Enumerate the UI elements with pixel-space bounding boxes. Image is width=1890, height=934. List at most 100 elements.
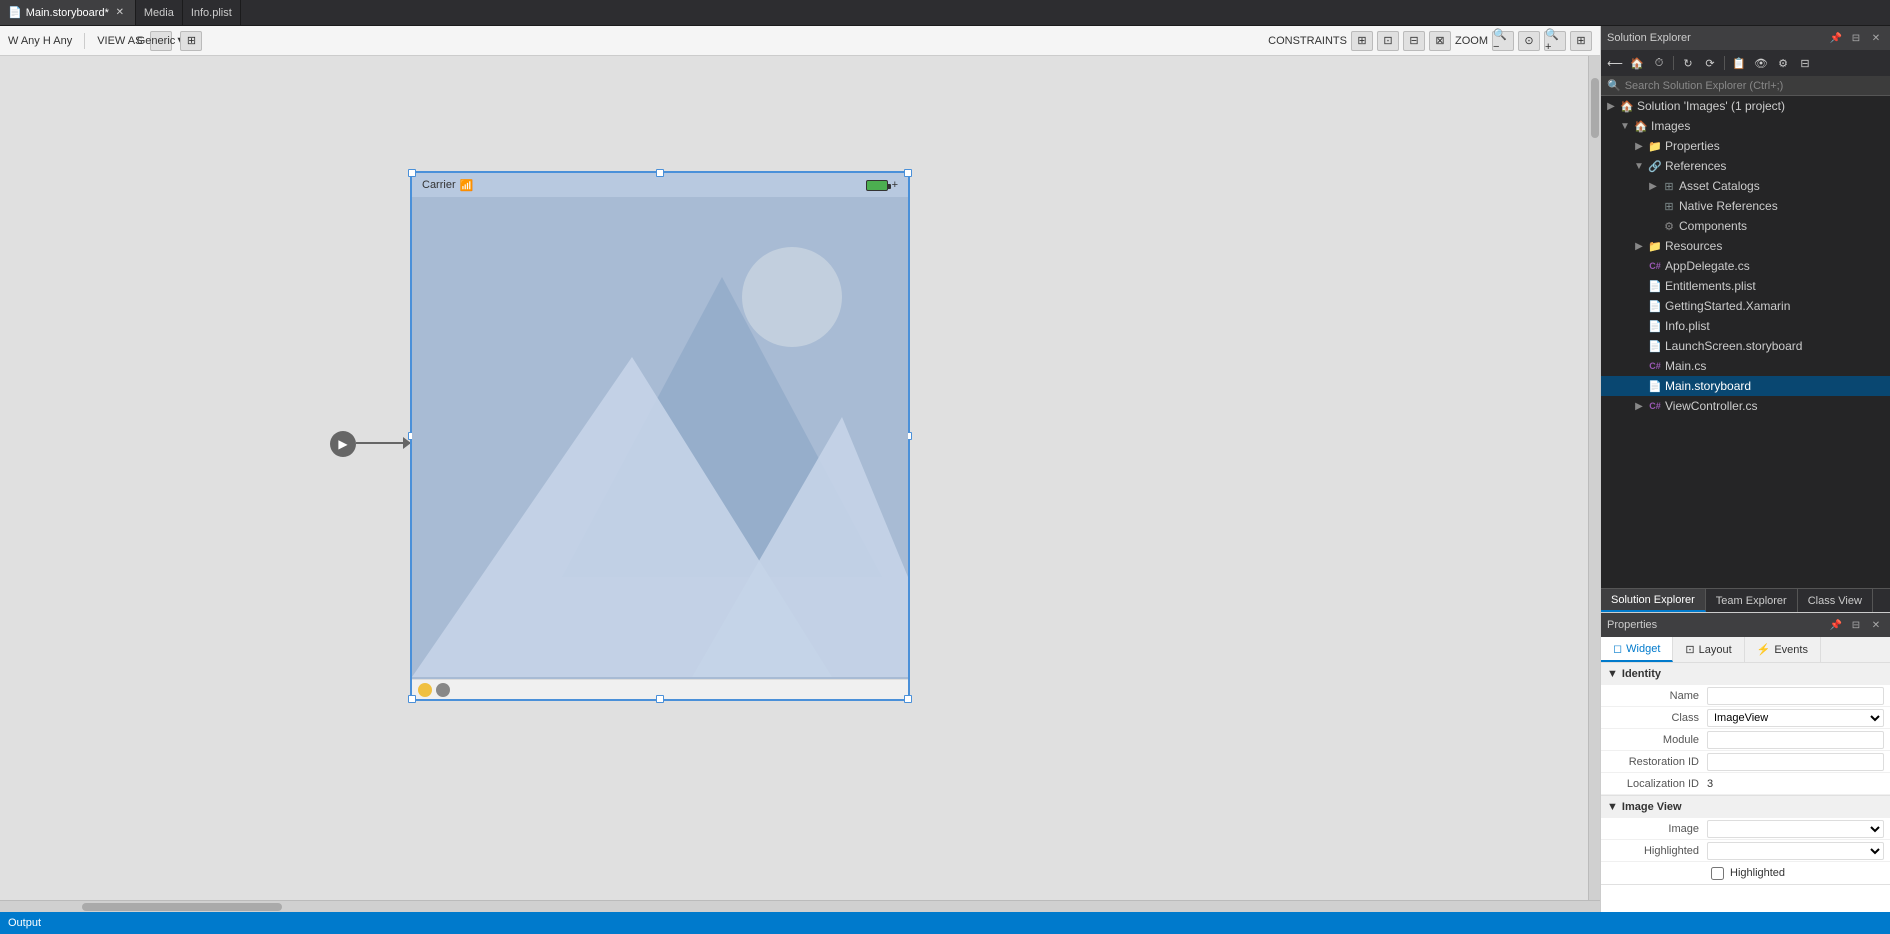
pin-button[interactable]: 📌 [1828, 30, 1844, 46]
generic-dropdown[interactable]: Generic ▼ [150, 31, 172, 51]
te-tab-label: Team Explorer [1716, 595, 1787, 607]
tree-gettingstarted[interactable]: ▶ 📄 GettingStarted.Xamarin [1601, 296, 1890, 316]
tree-resources[interactable]: ▶ 📁 Resources [1601, 236, 1890, 256]
expander-images[interactable]: ▼ [1619, 120, 1631, 132]
expander-viewcontroller[interactable]: ▶ [1633, 400, 1645, 412]
zoom-in-button[interactable]: 🔍+ [1544, 31, 1566, 51]
tree-mainstoryboard[interactable]: ▶ 📄 Main.storyboard [1601, 376, 1890, 396]
se-home-btn[interactable]: 🏠 [1627, 53, 1647, 73]
tab-widget[interactable]: ◻ Widget [1601, 637, 1673, 662]
module-input[interactable] [1707, 731, 1884, 749]
tree-properties[interactable]: ▶ 📁 Properties [1601, 136, 1890, 156]
appdelegate-label: AppDelegate.cs [1665, 259, 1750, 273]
image-select[interactable] [1707, 820, 1884, 838]
se-sync-btn[interactable]: ↻ [1678, 53, 1698, 73]
cv-tab-label: Class View [1808, 595, 1862, 607]
square-button[interactable]: ⊞ [180, 31, 202, 51]
vscroll-thumb[interactable] [1591, 78, 1599, 138]
se-preview-btn[interactable]: 👁 [1751, 53, 1771, 73]
selection-handle-bottom[interactable] [656, 695, 664, 703]
selection-handle-br[interactable] [904, 695, 912, 703]
vertical-scrollbar[interactable] [1588, 56, 1600, 900]
se-refresh-btn[interactable]: ⟳ [1700, 53, 1720, 73]
se-pending-btn[interactable]: ⏱ [1649, 53, 1669, 73]
zoom-fit-button[interactable]: ⊞ [1570, 31, 1592, 51]
constraint-btn-3[interactable]: ⊟ [1403, 31, 1425, 51]
selection-handle-tr[interactable] [904, 169, 912, 177]
tab-close-button[interactable]: ✕ [113, 6, 127, 20]
wifi-icon: 📶 [460, 179, 474, 192]
highlighted-select[interactable] [1707, 842, 1884, 860]
expander-properties[interactable]: ▶ [1633, 140, 1645, 152]
tree-viewcontroller[interactable]: ▶ C# ViewController.cs [1601, 396, 1890, 416]
device-frame[interactable]: Carrier 📶 + [410, 171, 910, 701]
highlighted-checkbox[interactable] [1711, 867, 1724, 880]
identity-expander[interactable]: ▼ [1607, 668, 1618, 680]
expander-resources[interactable]: ▶ [1633, 240, 1645, 252]
tab-label: Main.storyboard* [26, 7, 109, 19]
float-button[interactable]: ⊟ [1848, 30, 1864, 46]
se-props-btn[interactable]: 📋 [1729, 53, 1749, 73]
tree-launchscreen[interactable]: ▶ 📄 LaunchScreen.storyboard [1601, 336, 1890, 356]
restoration-input[interactable] [1707, 753, 1884, 771]
expander-native-refs[interactable]: ▶ [1647, 200, 1659, 212]
widget-tab-icon: ◻ [1613, 642, 1622, 655]
se-filter-btn[interactable]: ⊟ [1795, 53, 1815, 73]
canvas-area[interactable]: ▶ [0, 56, 1588, 900]
tab-team-explorer[interactable]: Team Explorer [1706, 589, 1798, 612]
tree-references[interactable]: ▼ 🔗 References [1601, 156, 1890, 176]
zoom-reset-button[interactable]: ⊙ [1518, 31, 1540, 51]
selection-handle-tl[interactable] [408, 169, 416, 177]
tab-class-view[interactable]: Class View [1798, 589, 1873, 612]
selection-handle-bl[interactable] [408, 695, 416, 703]
solution-explorer: Solution Explorer 📌 ⊟ ✕ ⟵ 🏠 ⏱ ↻ ⟳ 📋 👁 ⚙ … [1601, 26, 1890, 612]
battery-icon [866, 180, 888, 191]
class-select[interactable]: ImageView [1707, 709, 1884, 727]
expander-references[interactable]: ▼ [1633, 160, 1645, 172]
tree-project-images[interactable]: ▼ 🏠 Images [1601, 116, 1890, 136]
constraint-btn-1[interactable]: ⊞ [1351, 31, 1373, 51]
props-pin-button[interactable]: 📌 [1828, 617, 1844, 633]
constraint-btn-4[interactable]: ⊠ [1429, 31, 1451, 51]
tab-main-storyboard[interactable]: 📄 Main.storyboard* ✕ [0, 0, 136, 25]
hscroll-thumb[interactable] [82, 903, 282, 911]
properties-header: Properties 📌 ⊟ ✕ [1601, 613, 1890, 637]
search-input[interactable] [1625, 80, 1884, 92]
horizontal-scrollbar[interactable] [0, 900, 1600, 912]
close-button[interactable]: ✕ [1868, 30, 1884, 46]
tree-solution[interactable]: ▶ 🏠 Solution 'Images' (1 project) [1601, 96, 1890, 116]
toolbar-circle-gray [436, 683, 450, 697]
zoom-out-button[interactable]: 🔍− [1492, 31, 1514, 51]
tab-layout[interactable]: ⊡ Layout [1673, 637, 1744, 662]
imageview-expander[interactable]: ▼ [1607, 801, 1618, 813]
infoplist-label: Info.plist [1665, 319, 1710, 333]
layout-tab-icon: ⊡ [1685, 643, 1694, 656]
tab-events[interactable]: ⚡ Events [1745, 637, 1821, 662]
tree-appdelegate[interactable]: ▶ C# AppDelegate.cs [1601, 256, 1890, 276]
se-settings-btn[interactable]: ⚙ [1773, 53, 1793, 73]
expander-solution[interactable]: ▶ [1605, 100, 1617, 112]
zoom-label: ZOOM [1455, 35, 1488, 47]
se-search-bar: 🔍 [1601, 76, 1890, 96]
image-view[interactable] [412, 197, 908, 679]
tab-info-plist[interactable]: Info.plist [183, 0, 241, 25]
tab-solution-explorer[interactable]: Solution Explorer [1601, 589, 1706, 612]
tab-media[interactable]: Media [136, 0, 183, 25]
identity-title: Identity [1622, 668, 1661, 680]
selection-handle-top[interactable] [656, 169, 664, 177]
constraint-btn-2[interactable]: ⊡ [1377, 31, 1399, 51]
solution-label: Solution 'Images' (1 project) [1637, 99, 1785, 113]
tree-maincs[interactable]: ▶ C# Main.cs [1601, 356, 1890, 376]
props-float-button[interactable]: ⊟ [1848, 617, 1864, 633]
tree-native-references[interactable]: ▶ ⊞ Native References [1601, 196, 1890, 216]
tree-components[interactable]: ▶ ⚙ Components [1601, 216, 1890, 236]
widget-tab-label: Widget [1626, 643, 1660, 655]
se-back-btn[interactable]: ⟵ [1605, 53, 1625, 73]
props-close-button[interactable]: ✕ [1868, 617, 1884, 633]
tree-infoplist[interactable]: ▶ 📄 Info.plist [1601, 316, 1890, 336]
tree-entitlements[interactable]: ▶ 📄 Entitlements.plist [1601, 276, 1890, 296]
tree-asset-catalogs[interactable]: ▶ ⊞ Asset Catalogs [1601, 176, 1890, 196]
expander-asset-catalogs[interactable]: ▶ [1647, 180, 1659, 192]
props-name-row: Name [1601, 685, 1890, 707]
name-input[interactable] [1707, 687, 1884, 705]
